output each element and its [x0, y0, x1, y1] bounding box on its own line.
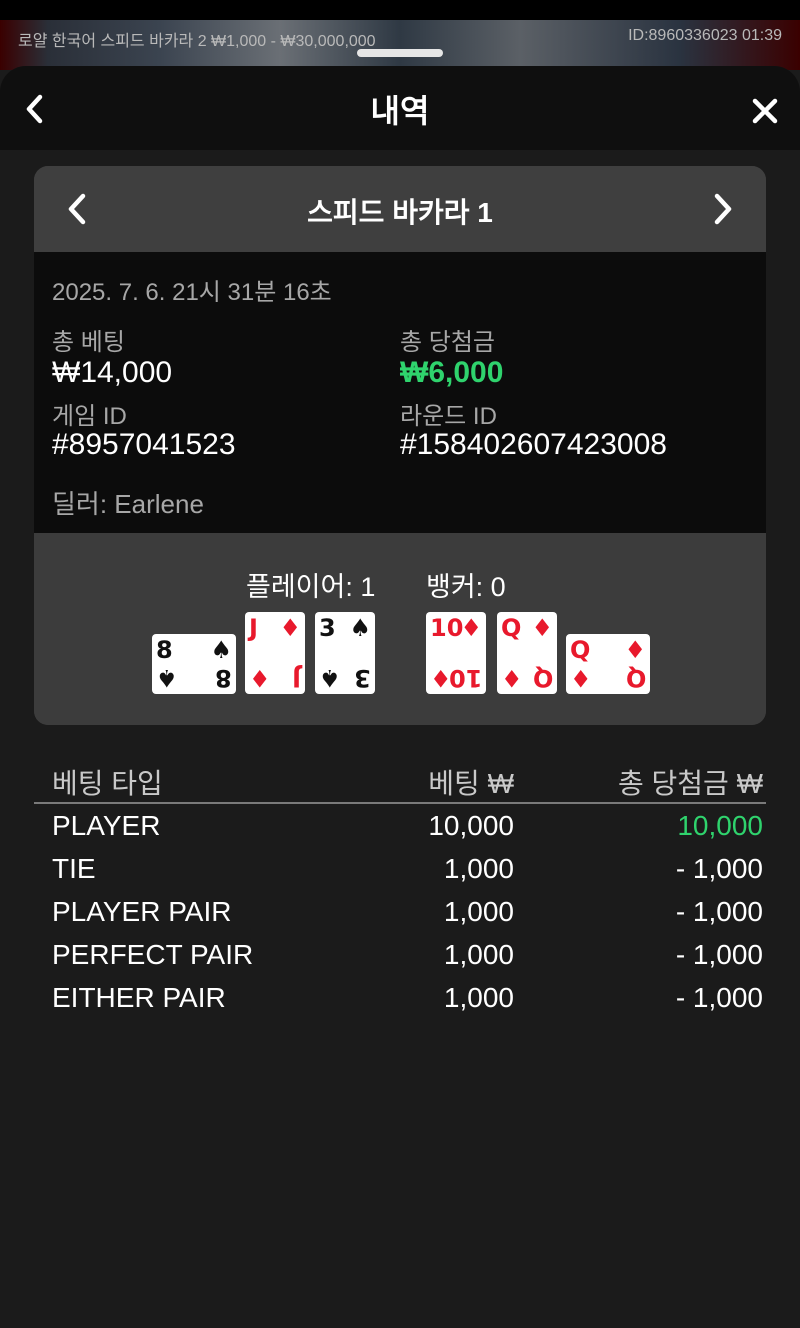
total-bet-label: 총 베팅: [52, 329, 125, 356]
game-background-strip: 로얄 한국어 스피드 바카라 2 ₩1,000 - ₩30,000,000 ID…: [0, 0, 800, 70]
player-score: 플레이어: 1: [246, 572, 376, 602]
card-suit-icon: ♦: [624, 636, 646, 664]
card-rank: 8: [156, 636, 173, 664]
card-rank: 8: [215, 664, 232, 692]
bet-type: PLAYER PAIR: [52, 896, 232, 927]
round-id-label: 라운드 ID: [400, 403, 497, 430]
win-amount: 10,000: [677, 810, 763, 841]
card-suit-icon: ♦: [531, 614, 553, 642]
card-suit-icon: ♠: [210, 636, 232, 664]
dealer-name: 딜러: Earlene: [52, 489, 204, 519]
total-win-value: ₩6,000: [400, 356, 504, 389]
close-icon: [752, 98, 778, 124]
table-row: EITHER PAIR 1,000 - 1,000: [34, 976, 766, 1019]
bet-amount: 1,000: [443, 982, 514, 1013]
player-card-2: J ♦ ♦ J: [245, 612, 305, 694]
col-bet-type: 베팅 타입: [52, 768, 163, 799]
game-id-label: 게임 ID: [52, 403, 127, 430]
card-suit-icon: ♠: [349, 614, 371, 642]
bet-amount: 1,000: [443, 896, 514, 927]
close-button[interactable]: [748, 94, 782, 128]
bet-amount: 10,000: [428, 810, 514, 841]
player-card-3: 3 ♠ ♠ 3: [315, 612, 375, 694]
player-card-1: 8 ♠ ♠ 8: [152, 634, 236, 694]
table-row: PLAYER PAIR 1,000 - 1,000: [34, 890, 766, 933]
bet-amount: 1,000: [443, 853, 514, 884]
card-rank: J: [292, 664, 301, 692]
table-row: TIE 1,000 - 1,000: [34, 847, 766, 890]
bet-amount: 1,000: [443, 939, 514, 970]
card-rank: 3: [319, 614, 336, 642]
round-id-value: #158402607423008: [400, 428, 667, 461]
card-suit-icon: ♠: [156, 664, 178, 692]
banker-card-1: 10 ♦ ♦ 10: [426, 612, 486, 694]
win-amount: - 1,000: [675, 939, 763, 970]
game-id-value: #8957041523: [52, 428, 236, 461]
game-title: 스피드 바카라 1: [307, 197, 493, 228]
card-suit-icon: ♦: [460, 614, 482, 642]
sheet-header: 내역: [0, 66, 800, 150]
sheet-drag-handle[interactable]: [357, 49, 443, 57]
banker-score: 뱅커: 0: [426, 572, 506, 602]
total-win-label: 총 당첨금: [400, 329, 495, 356]
card-header: 스피드 바카라 1: [34, 166, 766, 252]
banker-card-3: Q ♦ ♦ Q: [566, 634, 650, 694]
card-rank: 10: [448, 664, 482, 692]
card-suit-icon: ♦: [249, 664, 271, 692]
card-rank: J: [249, 614, 258, 642]
win-amount: - 1,000: [675, 896, 763, 927]
card-rank: 10: [430, 614, 464, 642]
table-row: PERFECT PAIR 1,000 - 1,000: [34, 933, 766, 976]
card-rank: 3: [354, 664, 371, 692]
card-rank: Q: [570, 636, 591, 664]
card-suit-icon: ♦: [570, 664, 592, 692]
round-result-panel: 플레이어: 1 뱅커: 0 8 ♠ ♠ 8 J ♦ ♦ J 3 ♠ ♠ 3 10 ♦ ♦ 10 Q ♦ ♦ Q Q ♦ ♦ Q: [34, 533, 766, 725]
banker-card-2: Q ♦ ♦ Q: [497, 612, 557, 694]
game-history-card: 스피드 바카라 1 2025. 7. 6. 21시 31분 16초 총 베팅 ₩…: [34, 166, 766, 725]
game-info-text: 로얄 한국어 스피드 바카라 2 ₩1,000 - ₩30,000,000: [18, 33, 376, 50]
bet-type: TIE: [52, 853, 96, 884]
chevron-right-icon: [714, 193, 732, 225]
session-info-text: ID:8960336023 01:39: [628, 27, 782, 44]
card-suit-icon: ♦: [501, 664, 523, 692]
bet-type: PLAYER: [52, 810, 161, 841]
win-amount: - 1,000: [675, 853, 763, 884]
bet-table-header: 베팅 타입 베팅 ₩ 총 당첨금 ₩: [34, 760, 766, 804]
card-suit-icon: ♦: [279, 614, 301, 642]
col-win-amount: 총 당첨금 ₩: [617, 768, 763, 799]
next-game-button[interactable]: [708, 192, 738, 226]
history-sheet: 내역 스피드 바카라 1 2025. 7. 6. 21시 31분 16초 총 베…: [0, 66, 800, 1328]
bet-table: 베팅 타입 베팅 ₩ 총 당첨금 ₩ PLAYER 10,000 10,000 …: [34, 760, 766, 1019]
total-bet-value: ₩14,000: [52, 356, 173, 389]
win-amount: - 1,000: [675, 982, 763, 1013]
bet-type: EITHER PAIR: [52, 982, 226, 1013]
bet-type: PERFECT PAIR: [52, 939, 254, 970]
status-bar: [0, 0, 800, 20]
card-rank: Q: [625, 664, 646, 692]
card-suit-icon: ♠: [319, 664, 341, 692]
table-row: PLAYER 10,000 10,000: [34, 804, 766, 847]
page-title: 내역: [370, 93, 430, 129]
game-info-panel: 2025. 7. 6. 21시 31분 16초 총 베팅 ₩14,000 총 당…: [34, 252, 766, 533]
card-rank: Q: [532, 664, 553, 692]
card-rank: Q: [501, 614, 522, 642]
col-bet-amount: 베팅 ₩: [428, 768, 514, 799]
game-datetime: 2025. 7. 6. 21시 31분 16초: [52, 279, 332, 306]
